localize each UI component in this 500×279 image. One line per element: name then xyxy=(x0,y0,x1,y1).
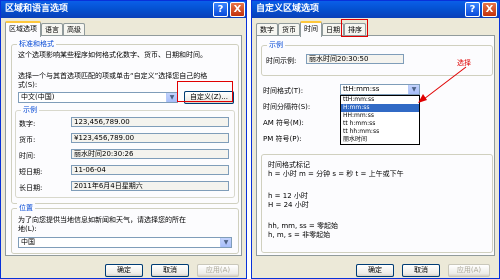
dropdown-item[interactable]: 丽水时间 xyxy=(341,136,419,144)
sample-label: 数字: xyxy=(19,120,36,128)
locale-value: 中文(中国) xyxy=(21,93,55,101)
annotation-arrow-icon xyxy=(418,66,467,103)
time-format-select[interactable]: ttH:mm:ss ▼ xyxy=(340,84,420,95)
samples-group: 示例 数字: 123,456,789.00 货币: ¥123,456,789.0… xyxy=(15,105,235,198)
group-title: 标准和格式 xyxy=(17,39,56,49)
close-button[interactable]: X xyxy=(230,2,245,17)
close-button[interactable]: X xyxy=(482,2,497,17)
time-separator-label: 时间分隔符(S): xyxy=(263,103,311,111)
sample-time: 丽水时间20:30:26 xyxy=(71,149,229,159)
pm-symbol-label: PM 符号(P): xyxy=(263,135,302,143)
group-title: 位置 xyxy=(17,203,35,213)
tab-time[interactable]: 时间 xyxy=(300,21,322,37)
location-select[interactable]: 中国 ▼ xyxy=(18,237,232,248)
dropdown-item-selected[interactable]: H:mm:ss xyxy=(341,104,419,112)
time-sample-value: 丽水时间20:30:50 xyxy=(306,54,404,64)
location-description-cont: 地(L): xyxy=(18,225,37,233)
window-title: 自定义区域选项 xyxy=(256,4,320,14)
customize-regional-dialog: 自定义区域选项 ? X 数字 货币 时间 日期 排序 示例 时间示例: 丽水时间… xyxy=(251,0,500,279)
help-button[interactable]: ? xyxy=(465,2,480,17)
highlight-box xyxy=(177,81,233,102)
cancel-button[interactable]: 取消 xyxy=(402,264,440,277)
dropdown-item[interactable]: ttH:mm:ss xyxy=(341,96,419,104)
location-description: 为了向您提供当地信息如新闻和天气，请选择您的所在 xyxy=(18,216,186,224)
standards-formats-group: 标准和格式 这个选项影响某些程序如何格式化数字、货币、日期和时间。 选择一个与其… xyxy=(11,39,239,204)
notation-line: h, m, s = 非零起始 xyxy=(268,231,331,239)
tab-regional-options[interactable]: 区域选项 xyxy=(5,21,41,37)
ok-button[interactable]: 确定 xyxy=(105,264,143,277)
sample-number: 123,456,789.00 xyxy=(71,117,229,127)
dropdown-item[interactable]: tt h:mm:ss xyxy=(341,120,419,128)
cancel-button[interactable]: 取消 xyxy=(151,264,189,277)
notation-group: 时间格式标记 h = 小时 m = 分钟 s = 秒 t = 上午或下午 h =… xyxy=(261,154,493,253)
time-format-dropdown-list[interactable]: ttH:mm:ss H:mm:ss HH:mm:ss tt h:mm:ss tt… xyxy=(340,95,420,145)
title-bar: 区域和语言选项 xyxy=(1,1,246,18)
window-title: 区域和语言选项 xyxy=(5,4,69,14)
sample-long-date: 2011年6月4日星期六 xyxy=(71,181,229,191)
samples-title: 示例 xyxy=(21,105,39,115)
ok-button[interactable]: 确定 xyxy=(356,264,394,277)
time-format-value: ttH:mm:ss xyxy=(343,85,380,93)
notation-line: h = 小时 m = 分钟 s = 秒 t = 上午或下午 xyxy=(268,170,404,178)
location-group: 位置 为了向您提供当地信息如新闻和天气，请选择您的所在 地(L): 中国 ▼ xyxy=(11,203,239,254)
am-symbol-label: AM 符号(M): xyxy=(263,119,304,127)
instruction: 选择一个与其首选项匹配的项或单击“自定义”选择您自己的格 xyxy=(18,72,208,80)
sample-short-date: 11-06-04 xyxy=(71,165,229,175)
description: 这个选项影响某些程序如何格式化数字、货币、日期和时间。 xyxy=(18,51,207,59)
regional-language-dialog: 区域和语言选项 ? X 区域选项 语言 高级 标准和格式 这个选项影响某些程序如… xyxy=(0,0,247,279)
chevron-down-icon: ▼ xyxy=(220,238,231,247)
sample-label: 长日期: xyxy=(19,184,43,192)
instruction-cont: 式(S): xyxy=(18,81,38,89)
tab-bar: 区域选项 语言 高级 xyxy=(5,21,85,37)
sample-label: 时间: xyxy=(19,152,36,160)
locale-select[interactable]: 中文(中国) ▼ xyxy=(18,92,178,103)
apply-button[interactable]: 应用(A) xyxy=(197,264,239,277)
sample-label: 短日期: xyxy=(19,168,43,176)
time-sample-label: 时间示例: xyxy=(266,57,297,65)
tab-page: 标准和格式 这个选项影响某些程序如何格式化数字、货币、日期和时间。 选择一个与其… xyxy=(5,35,242,256)
sample-currency: ¥123,456,789.00 xyxy=(71,133,229,143)
highlight-box xyxy=(341,19,368,37)
sample-label: 货币: xyxy=(19,136,36,144)
apply-button[interactable]: 应用(A) xyxy=(448,264,490,277)
location-value: 中国 xyxy=(21,238,35,246)
help-button[interactable]: ? xyxy=(213,2,228,17)
chevron-down-icon: ▼ xyxy=(166,93,177,102)
time-format-label: 时间格式(T): xyxy=(263,87,304,95)
dropdown-item[interactable]: HH:mm:ss xyxy=(341,112,419,120)
dropdown-item[interactable]: tt hh:mm:ss xyxy=(341,128,419,136)
samples-title: 示例 xyxy=(267,40,285,50)
notation-line: H = 24 小时 xyxy=(268,201,309,209)
title-bar: 自定义区域选项 xyxy=(252,1,499,18)
